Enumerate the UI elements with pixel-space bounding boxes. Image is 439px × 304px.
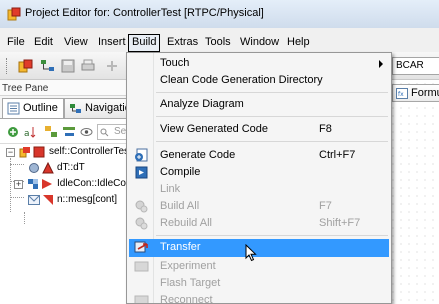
transfer-icon [134,241,148,253]
menu-item-label: Clean Code Generation Directory [160,74,323,86]
menu-item-label: Link [160,183,181,195]
menu-build[interactable]: Build [128,34,161,52]
compile-icon [135,166,148,179]
tree-toolbar: a Sea [0,118,140,144]
menu-item-label: Build All [160,200,200,212]
tree-node-label: dT::dT [57,162,85,173]
tree-node-label: IdleCon::IdleCon [57,178,132,189]
generate-code-icon [135,148,148,162]
menu-item-shortcut: F8 [319,123,332,135]
menu-item-label: Compile [160,166,201,178]
tab-formula[interactable]: fx Formu [392,84,439,102]
tab-outline-label: Outline [23,102,58,114]
menu-item-flash-target[interactable]: Flash Target [129,275,389,292]
menu-tools[interactable]: Tools [201,34,235,52]
visibility-icon[interactable] [80,126,93,138]
menu-item-build-all[interactable]: Build All F7 [129,198,389,215]
project-node-icon [19,147,30,158]
menu-edit[interactable]: Edit [30,34,57,52]
navigation-icon [70,104,81,113]
tree-node-label: self::ControllerTest [49,146,132,157]
search-icon [100,128,109,137]
message-icon [28,195,40,205]
variable-icon [29,163,39,173]
build-menu: Touch Clean Code Generation Directory An… [126,52,392,304]
toolbar-grip[interactable] [6,58,9,74]
menu-item-label: Flash Target [160,277,221,289]
menu-item-reconnect[interactable]: Reconnect [129,292,389,304]
menu-item-shortcut: Ctrl+F7 [319,149,356,161]
expand-toggle[interactable]: + [14,180,23,189]
menu-extras[interactable]: Extras [163,34,202,52]
tree-pane-title: Tree Pane [0,80,140,96]
rebuild-all-icon [135,217,148,230]
expand-all-icon[interactable] [44,125,58,139]
reconnect-icon [134,295,149,303]
menu-window[interactable]: Window [236,34,283,52]
menu-item-view-generated-code[interactable]: View Generated Code F8 [129,121,389,138]
class-node-icon [33,146,45,158]
menu-item-generate-code[interactable]: Generate Code Ctrl+F7 [129,147,389,164]
tree-pane: Tree Pane Outline Navigation a Sea − sel… [0,80,140,304]
menu-item-label: Transfer [160,241,201,253]
menu-item-label: Analyze Diagram [160,98,244,110]
module-icon [28,179,38,189]
app-icon [7,7,21,21]
state-icon [42,179,52,189]
save-icon[interactable] [60,58,76,74]
menu-insert[interactable]: Insert [94,34,130,52]
filter-icon[interactable] [6,125,20,139]
menu-item-transfer[interactable]: Transfer [129,239,389,257]
menu-item-link[interactable]: Link [129,181,389,198]
tab-outline[interactable]: Outline [2,98,64,119]
menu-item-label: Touch [160,57,190,69]
sort-icon[interactable]: a [24,125,38,139]
signal-icon [43,195,53,205]
svg-text:a: a [24,129,30,139]
formula-icon: fx [396,88,408,99]
menu-item-rebuild-all[interactable]: Rebuild All Shift+F7 [129,215,389,232]
menu-item-shortcut: F7 [319,200,332,212]
menu-item-label: View Generated Code [160,123,269,135]
experiment-icon [134,261,149,272]
build-all-icon [135,200,148,213]
menu-item-experiment[interactable]: Experiment [129,258,389,275]
menu-item-compile[interactable]: Compile [129,164,389,181]
menu-item-clean[interactable]: Clean Code Generation Directory [129,72,389,89]
title-bar: Project Editor for: ControllerTest [RTPC… [0,0,439,28]
svg-text:fx: fx [398,91,404,98]
warning-icon [42,162,54,174]
hierarchy-icon[interactable] [40,58,56,74]
add-icon[interactable] [104,58,120,74]
menu-item-touch[interactable]: Touch [129,55,389,72]
collapse-all-icon[interactable] [62,125,76,139]
mouse-pointer-icon [245,244,257,262]
submenu-arrow-icon [379,60,383,68]
project-icon[interactable] [18,58,34,74]
menu-item-shortcut: Shift+F7 [319,217,361,229]
menu-item-label: Rebuild All [160,217,212,229]
window-title: Project Editor for: ControllerTest [RTPC… [25,7,264,19]
menu-item-label: Reconnect [160,294,213,304]
menu-file[interactable]: File [3,34,29,52]
collapse-toggle[interactable]: − [6,148,15,157]
menu-item-label: Experiment [160,260,216,272]
tree-node-label: n::mesg[cont] [57,194,118,205]
print-icon[interactable] [80,58,96,74]
menu-view[interactable]: View [60,34,92,52]
toolbar-combo[interactable]: BCAR [392,57,439,75]
menu-item-label: Generate Code [160,149,236,161]
tab-formula-label: Formu [411,87,439,99]
outline-icon [7,102,20,115]
outline-tree: − self::ControllerTest dT::dT + IdleCon:… [0,144,140,304]
menu-bar: File Edit View Insert Build Extras Tools… [0,34,439,52]
menu-item-analyze[interactable]: Analyze Diagram [129,96,389,113]
menu-help[interactable]: Help [283,34,314,52]
